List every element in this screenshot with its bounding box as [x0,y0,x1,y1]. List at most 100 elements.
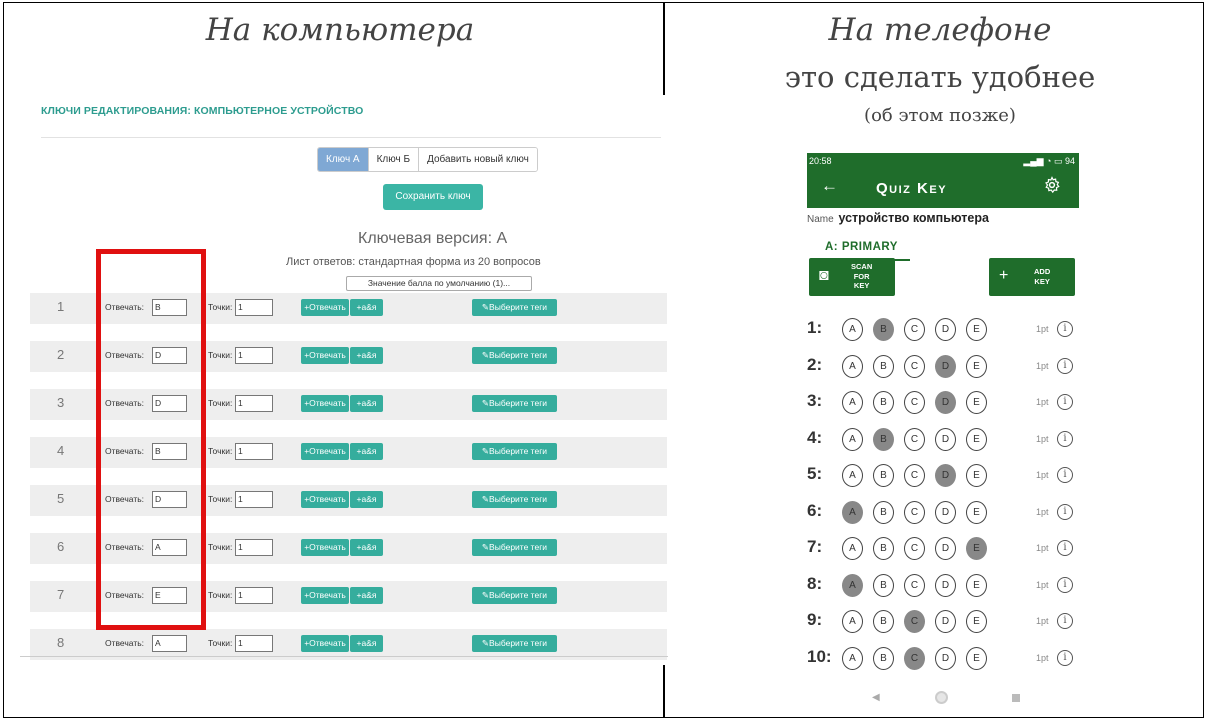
answer-bubble[interactable]: D [935,610,956,633]
answer-bubble[interactable]: E [966,318,987,341]
answer-bubble[interactable]: B [873,318,894,341]
answer-bubble[interactable]: C [904,500,925,524]
info-icon[interactable]: i [1057,430,1073,447]
answer-bubble[interactable]: B [873,391,894,414]
add-ab-button[interactable]: +а&я [350,395,383,412]
add-ab-button[interactable]: +а&я [350,587,383,604]
add-ab-button[interactable]: +а&я [350,347,383,364]
answer-bubble[interactable]: B [873,610,894,633]
info-icon[interactable]: i [1057,394,1073,410]
nav-recent-icon[interactable] [1012,694,1020,702]
select-tags-button[interactable]: ✎Выберите теги [472,635,557,652]
answer-bubble[interactable]: E [966,354,987,378]
info-icon[interactable]: i [1057,576,1073,593]
answer-bubble[interactable]: A [842,427,863,451]
answer-bubble[interactable]: D [935,391,956,414]
add-ab-button[interactable]: +а&я [350,635,383,652]
answer-bubble[interactable]: D [935,354,956,378]
answer-bubble[interactable]: D [935,318,956,341]
nav-home-icon[interactable] [935,691,948,704]
answer-bubble[interactable]: E [966,537,987,560]
answer-bubble[interactable]: E [966,610,987,633]
answer-bubble[interactable]: D [935,464,956,487]
select-tags-button[interactable]: ✎Выберите теги [472,395,557,412]
points-input[interactable]: 1 [235,539,273,556]
answer-bubble[interactable]: C [904,537,925,560]
answer-bubble[interactable]: E [966,464,987,487]
answer-bubble[interactable]: B [873,573,894,597]
answer-bubble[interactable]: C [904,318,925,341]
add-answer-button[interactable]: +Отвечать [301,491,349,508]
answer-bubble[interactable]: C [904,391,925,414]
answer-bubble[interactable]: A [842,354,863,378]
answer-bubble[interactable]: A [842,464,863,487]
back-arrow-icon[interactable]: ← [821,176,838,196]
gear-icon[interactable] [1043,176,1061,194]
points-input[interactable]: 1 [235,443,273,460]
add-answer-button[interactable]: +Отвечать [301,443,349,460]
answer-bubble[interactable]: C [904,427,925,451]
answer-bubble[interactable]: B [873,500,894,524]
answer-bubble[interactable]: A [842,391,863,414]
answer-bubble[interactable]: C [904,464,925,487]
add-answer-button[interactable]: +Отвечать [301,539,349,556]
answer-bubble[interactable]: B [873,537,894,560]
answer-bubble[interactable]: A [842,500,863,524]
add-answer-button[interactable]: +Отвечать [301,299,349,316]
answer-bubble[interactable]: B [873,354,894,378]
select-tags-button[interactable]: ✎Выберите теги [472,491,557,508]
tab-primary[interactable]: A: PRIMARY [825,241,898,253]
add-key-button[interactable]: + ADD KEY [989,258,1075,296]
answer-bubble[interactable]: A [842,537,863,560]
nav-back-icon[interactable]: ◀ [872,692,880,703]
tab-key-a[interactable]: Ключ А [318,148,369,171]
points-input[interactable]: 1 [235,395,273,412]
answer-bubble[interactable]: E [966,573,987,597]
points-input[interactable]: 1 [235,347,273,364]
add-answer-button[interactable]: +Отвечать [301,347,349,364]
default-points-button[interactable]: Значение балла по умолчанию (1)... [346,276,532,291]
add-answer-button[interactable]: +Отвечать [301,395,349,412]
answer-bubble[interactable]: E [966,646,987,670]
answer-bubble[interactable]: A [842,610,863,633]
tab-key-b[interactable]: Ключ Б [368,148,420,171]
answer-bubble[interactable]: B [873,646,894,670]
answer-bubble[interactable]: A [842,646,863,670]
name-value[interactable]: устройство компьютера [838,211,988,225]
answer-bubble[interactable]: D [935,427,956,451]
answer-bubble[interactable]: A [842,318,863,341]
answer-bubble[interactable]: D [935,500,956,524]
answer-bubble[interactable]: C [904,610,925,633]
answer-bubble[interactable]: E [966,500,987,524]
answer-bubble[interactable]: C [904,646,925,670]
answer-bubble[interactable]: D [935,573,956,597]
answer-bubble[interactable]: C [904,573,925,597]
select-tags-button[interactable]: ✎Выберите теги [472,299,557,316]
info-icon[interactable]: i [1057,649,1073,666]
answer-bubble[interactable]: D [935,537,956,560]
answer-bubble[interactable]: E [966,427,987,451]
info-icon[interactable]: i [1057,613,1073,629]
answer-bubble[interactable]: C [904,354,925,378]
select-tags-button[interactable]: ✎Выберите теги [472,347,557,364]
answer-input[interactable]: A [152,635,187,652]
scan-for-key-button[interactable]: ◙ SCAN FOR KEY [809,258,895,296]
add-key-tab[interactable]: Добавить новый ключ [419,148,537,171]
points-input[interactable]: 1 [235,491,273,508]
add-ab-button[interactable]: +а&я [350,491,383,508]
answer-bubble[interactable]: B [873,464,894,487]
add-answer-button[interactable]: +Отвечать [301,635,349,652]
points-input[interactable]: 1 [235,299,273,316]
save-key-button[interactable]: Сохранить ключ [383,184,483,210]
info-icon[interactable]: i [1057,540,1073,556]
add-ab-button[interactable]: +а&я [350,299,383,316]
answer-bubble[interactable]: B [873,427,894,451]
add-answer-button[interactable]: +Отвечать [301,587,349,604]
select-tags-button[interactable]: ✎Выберите теги [472,539,557,556]
points-input[interactable]: 1 [235,587,273,604]
info-icon[interactable]: i [1057,467,1073,483]
info-icon[interactable]: i [1057,503,1073,520]
answer-bubble[interactable]: A [842,573,863,597]
info-icon[interactable]: i [1057,357,1073,374]
select-tags-button[interactable]: ✎Выберите теги [472,443,557,460]
